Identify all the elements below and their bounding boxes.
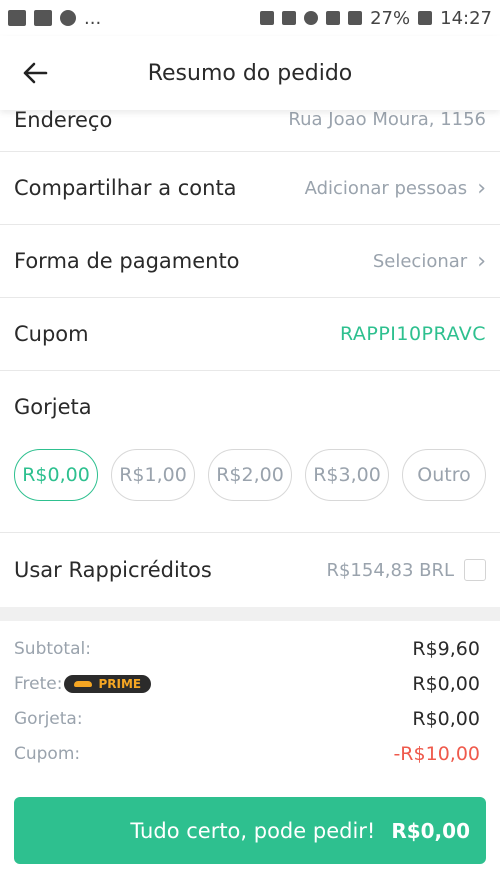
battery-level: 27% (370, 7, 411, 29)
subtotal-line: Subtotal: R$9,60 (14, 631, 480, 666)
status-bar: ... 27% 14:27 (0, 0, 500, 36)
prime-badge-label: PRIME (98, 676, 142, 691)
coupon-row[interactable]: Cupom RAPPI10PRAVC (0, 298, 500, 371)
chat-icon (60, 10, 76, 26)
payment-method-value: Selecionar (372, 250, 468, 272)
tip-option-3[interactable]: R$3,00 (305, 449, 389, 501)
tip-option-other[interactable]: Outro (402, 449, 486, 501)
address-label: Endereço (14, 107, 113, 132)
prime-badge: PRIME (64, 674, 152, 693)
tip-option-1[interactable]: R$1,00 (111, 449, 195, 501)
mute-icon (282, 11, 297, 25)
facebook-icon (34, 10, 52, 26)
rappicredits-checkbox[interactable] (464, 559, 486, 581)
order-total: R$0,00 (391, 818, 470, 843)
battery-icon (418, 11, 433, 25)
app-bar: Resumo do pedido (0, 36, 500, 110)
page-title: Resumo do pedido (147, 60, 353, 86)
chevron-right-icon: › (477, 248, 486, 274)
signal-icon (348, 11, 363, 25)
lock-icon (260, 11, 275, 25)
mustache-icon (74, 680, 93, 687)
price-summary: Subtotal: R$9,60 Frete: PRIME R$0,00 Gor… (0, 621, 500, 771)
more-notifications: ... (84, 7, 102, 29)
shipping-value: R$0,00 (412, 672, 480, 695)
subtotal-label: Subtotal: (14, 638, 91, 659)
tip-summary-label: Gorjeta: (14, 708, 83, 729)
subtotal-value: R$9,60 (412, 637, 480, 660)
tip-line: Gorjeta: R$0,00 (14, 701, 480, 736)
payment-method-row[interactable]: Forma de pagamento Selecionar › (0, 225, 500, 298)
rappicredits-label: Usar Rappicréditos (14, 558, 212, 582)
rappicredits-row: Usar Rappicréditos R$154,83 BRL (0, 533, 500, 607)
share-bill-label: Compartilhar a conta (14, 176, 237, 200)
status-right: 27% 14:27 (260, 8, 492, 29)
coupon-summary-label: Cupom: (14, 743, 81, 764)
payment-method-label: Forma de pagamento (14, 249, 240, 273)
share-bill-value: Adicionar pessoas (304, 177, 468, 199)
share-bill-row[interactable]: Compartilhar a conta Adicionar pessoas › (0, 152, 500, 225)
coupon-label: Cupom (14, 322, 89, 346)
tip-options: R$0,00 R$1,00 R$2,00 R$3,00 Outro (14, 449, 486, 501)
tip-option-2[interactable]: R$2,00 (208, 449, 292, 501)
tip-title: Gorjeta (14, 395, 92, 419)
section-divider (0, 607, 500, 621)
place-order-label: Tudo certo, pode pedir! (130, 818, 376, 843)
order-summary: Endereço Rua Joao Moura, 1156 Compartilh… (0, 100, 500, 771)
address-value: Rua Joao Moura, 1156 (288, 109, 486, 130)
wifi-icon (326, 11, 341, 25)
rappicredits-value: R$154,83 BRL (326, 559, 454, 581)
arrow-left-icon (23, 62, 48, 84)
place-order-button[interactable]: Tudo certo, pode pedir! R$0,00 (14, 797, 486, 864)
clock: 14:27 (440, 7, 492, 29)
tip-option-0[interactable]: R$0,00 (14, 449, 98, 501)
tip-summary-value: R$0,00 (412, 707, 480, 730)
shipping-line: Frete: PRIME R$0,00 (14, 666, 480, 701)
gallery-icon (8, 10, 26, 26)
alarm-icon (304, 11, 319, 25)
coupon-line: Cupom: -R$10,00 (14, 736, 480, 771)
tip-section: Gorjeta R$0,00 R$1,00 R$2,00 R$3,00 Outr… (0, 371, 500, 533)
chevron-right-icon: › (477, 175, 486, 201)
shipping-label: Frete: (14, 673, 63, 694)
coupon-code: RAPPI10PRAVC (339, 323, 486, 345)
coupon-summary-value: -R$10,00 (393, 742, 480, 765)
back-button[interactable] (0, 36, 70, 110)
status-left: ... (8, 8, 101, 29)
